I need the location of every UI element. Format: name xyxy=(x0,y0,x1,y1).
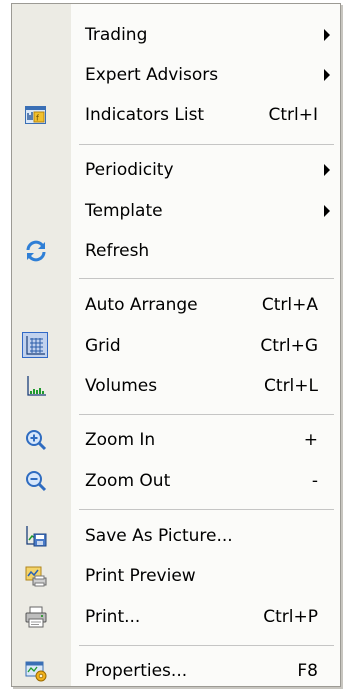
menu-item-label: Indicators List xyxy=(85,105,205,125)
menu-item-properties[interactable]: Properties... F8 xyxy=(12,653,340,689)
shortcut-text: + xyxy=(303,430,318,450)
menu-item-grid[interactable]: Grid Ctrl+G xyxy=(12,328,340,364)
shortcut-text: F8 xyxy=(297,661,318,681)
chart-context-menu: Trading Expert Advisors f Indicators Lis… xyxy=(11,3,341,687)
menu-item-label: Volumes xyxy=(85,376,158,396)
submenu-arrow-icon xyxy=(324,205,330,217)
menu-item-label: Grid xyxy=(85,336,121,356)
menu-item-label: Properties... xyxy=(85,661,188,681)
shortcut-text: Ctrl+I xyxy=(268,105,318,125)
menu-item-print[interactable]: Print... Ctrl+P xyxy=(12,599,340,635)
menu-item-label: Auto Arrange xyxy=(85,295,198,315)
menu-separator xyxy=(79,414,334,415)
printer-icon xyxy=(24,605,48,629)
menu-separator xyxy=(79,144,334,145)
menu-item-expert-advisors[interactable]: Expert Advisors xyxy=(12,57,340,93)
menu-item-label: Periodicity xyxy=(85,160,174,180)
menu-item-label: Zoom Out xyxy=(85,471,171,491)
menu-separator xyxy=(79,278,334,279)
shortcut-text: Ctrl+A xyxy=(261,295,318,315)
menu-item-label: Template xyxy=(85,201,163,221)
menu-item-print-preview[interactable]: Print Preview xyxy=(12,558,340,594)
menu-separator xyxy=(79,645,334,646)
menu-item-template[interactable]: Template xyxy=(12,193,340,229)
submenu-arrow-icon xyxy=(324,29,330,41)
print-preview-icon xyxy=(24,564,48,588)
volumes-icon xyxy=(24,374,48,398)
menu-item-save-as-picture[interactable]: Save As Picture... xyxy=(12,518,340,554)
menu-item-indicators-list[interactable]: f Indicators List Ctrl+I xyxy=(12,97,340,133)
submenu-arrow-icon xyxy=(324,164,330,176)
submenu-arrow-icon xyxy=(324,69,330,81)
zoom-out-icon xyxy=(24,469,48,493)
shortcut-text: Ctrl+P xyxy=(263,607,318,627)
save-picture-icon xyxy=(24,524,48,548)
menu-item-refresh[interactable]: Refresh xyxy=(12,233,340,269)
menu-item-zoom-in[interactable]: Zoom In + xyxy=(12,422,340,458)
menu-item-label: Refresh xyxy=(85,241,150,261)
shortcut-text: Ctrl+L xyxy=(264,376,318,396)
menu-item-label: Zoom In xyxy=(85,430,156,450)
menu-item-label: Save As Picture... xyxy=(85,526,233,546)
refresh-icon xyxy=(24,239,48,263)
indicators-list-icon: f xyxy=(24,103,48,127)
menu-item-volumes[interactable]: Volumes Ctrl+L xyxy=(12,368,340,404)
menu-item-zoom-out[interactable]: Zoom Out - xyxy=(12,463,340,499)
menu-item-label: Print... xyxy=(85,607,141,627)
menu-item-label: Expert Advisors xyxy=(85,65,219,85)
zoom-in-icon xyxy=(24,428,48,452)
menu-item-trading[interactable]: Trading xyxy=(12,17,340,53)
shortcut-text: - xyxy=(311,471,318,491)
svg-text:f: f xyxy=(36,114,39,123)
grid-icon xyxy=(22,332,48,358)
properties-icon xyxy=(24,659,48,683)
shortcut-text: Ctrl+G xyxy=(260,336,318,356)
menu-item-label: Print Preview xyxy=(85,566,196,586)
menu-item-periodicity[interactable]: Periodicity xyxy=(12,152,340,188)
menu-item-auto-arrange[interactable]: Auto Arrange Ctrl+A xyxy=(12,287,340,323)
menu-item-label: Trading xyxy=(85,25,148,45)
menu-separator xyxy=(79,509,334,510)
